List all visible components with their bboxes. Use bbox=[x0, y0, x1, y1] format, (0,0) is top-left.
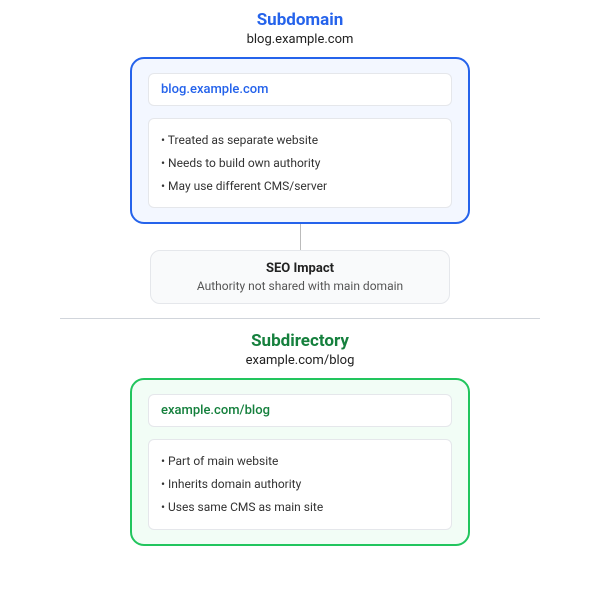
subdomain-point: • Treated as separate website bbox=[161, 129, 439, 152]
subdirectory-points: • Part of main website • Inherits domain… bbox=[148, 439, 452, 529]
subdirectory-point: • Inherits domain authority bbox=[161, 473, 439, 496]
subdomain-title: Subdomain bbox=[257, 10, 344, 30]
subdirectory-point: • Part of main website bbox=[161, 450, 439, 473]
subdirectory-point: • Uses same CMS as main site bbox=[161, 496, 439, 519]
subdirectory-url-box: example.com/blog bbox=[148, 394, 452, 427]
seo-impact-box: SEO Impact Authority not shared with mai… bbox=[150, 250, 450, 304]
section-divider bbox=[60, 318, 540, 319]
subdomain-card: blog.example.com • Treated as separate w… bbox=[130, 57, 470, 224]
connector-line bbox=[300, 224, 301, 250]
subdomain-point: • Needs to build own authority bbox=[161, 152, 439, 175]
subdirectory-card: example.com/blog • Part of main website … bbox=[130, 378, 470, 545]
subdomain-url-box: blog.example.com bbox=[148, 73, 452, 106]
subdomain-subtitle: blog.example.com bbox=[247, 32, 354, 47]
subdomain-points: • Treated as separate website • Needs to… bbox=[148, 118, 452, 208]
subdirectory-subtitle: example.com/blog bbox=[246, 353, 355, 368]
seo-impact-text: Authority not shared with main domain bbox=[171, 279, 429, 293]
subdomain-point: • May use different CMS/server bbox=[161, 175, 439, 198]
subdirectory-title: Subdirectory bbox=[251, 331, 349, 351]
seo-impact-title: SEO Impact bbox=[171, 261, 429, 276]
